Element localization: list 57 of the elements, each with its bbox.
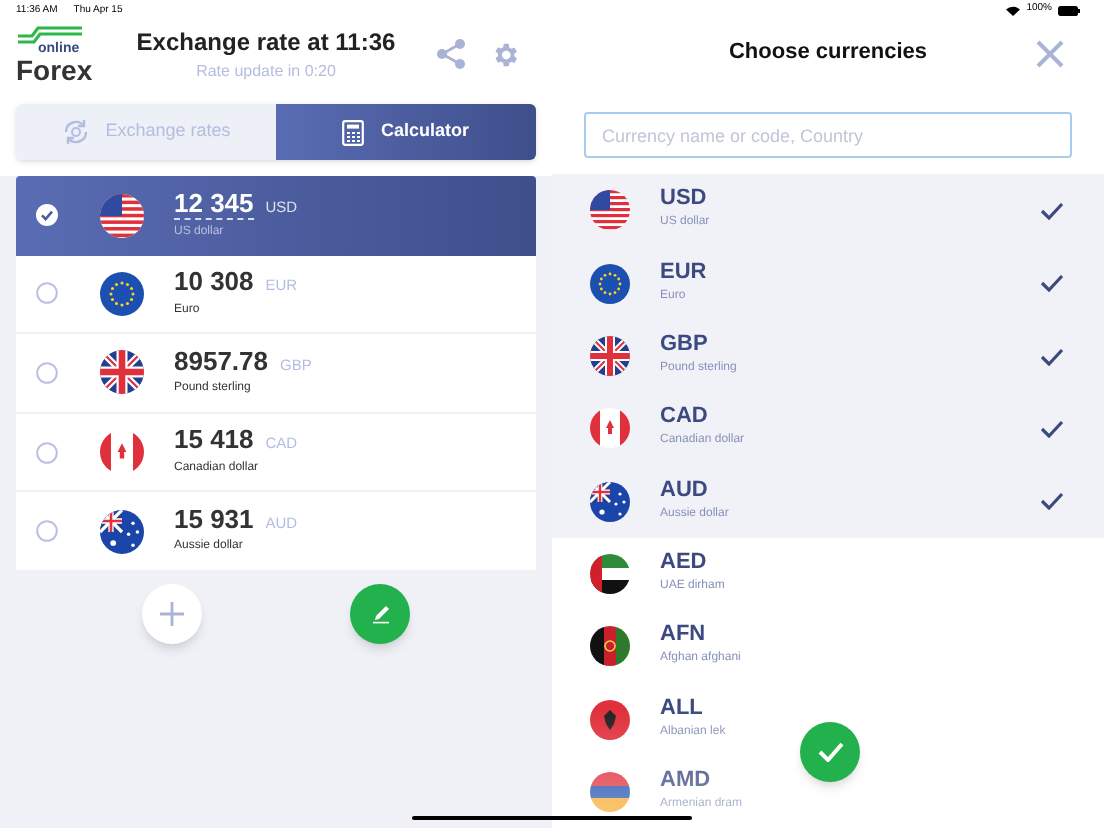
rate-update-text: Rate update in 0:20: [196, 60, 336, 84]
amount-value: 15 931: [174, 506, 254, 535]
flag-icon: [590, 408, 630, 449]
flag-icon: [590, 626, 630, 667]
currency-code: AFN: [660, 624, 708, 647]
currency-code: ALL: [660, 697, 705, 720]
add-button[interactable]: [142, 583, 202, 644]
share-icon[interactable]: [436, 38, 466, 70]
flag-icon: [590, 336, 630, 377]
radio-icon[interactable]: [36, 520, 58, 543]
logo-text: Forex: [16, 56, 95, 84]
flag-icon: [100, 430, 144, 475]
flag-icon: [590, 481, 630, 522]
currency-exchange-icon: [61, 118, 90, 146]
currency-code: USD: [660, 188, 709, 211]
edit-button[interactable]: [350, 583, 410, 644]
flag-icon: [590, 553, 630, 594]
flag-icon: [100, 509, 144, 554]
checkmark-icon: [1040, 419, 1064, 438]
settings-icon[interactable]: [490, 39, 520, 69]
flag-icon: [100, 350, 144, 395]
close-icon[interactable]: [1036, 40, 1064, 69]
checkmark-icon: [1040, 347, 1064, 366]
currency-code: CAD: [660, 406, 710, 429]
currency-code: GBP: [660, 334, 710, 357]
amount-value[interactable]: 12 345: [174, 189, 254, 220]
plus-icon: [160, 601, 184, 626]
radio-icon[interactable]: [36, 441, 58, 464]
picker-title: Choose currencies: [728, 38, 928, 69]
flag-icon: [100, 271, 144, 316]
search-field[interactable]: Currency name or code, Country: [584, 112, 1072, 159]
currency-code: EUR: [660, 261, 709, 284]
pencil-icon: [369, 602, 391, 625]
calculator-icon: [342, 119, 365, 145]
radio-icon[interactable]: [36, 282, 58, 305]
battery-icon: [1058, 5, 1080, 16]
tab[interactable]: Calculator: [276, 104, 536, 160]
flag-icon: [100, 193, 144, 238]
wifi-icon: [1006, 5, 1021, 16]
flag-icon: [590, 190, 630, 231]
flag-icon: [590, 771, 630, 812]
radio-checked-icon[interactable]: [36, 204, 58, 227]
currency-code: AUD: [660, 479, 710, 502]
currency-code: AED: [660, 551, 709, 574]
checkmark-icon: [1040, 274, 1064, 293]
radio-icon[interactable]: [36, 361, 58, 384]
currency-code: AMD: [660, 769, 713, 792]
checkmark-icon: [817, 742, 843, 762]
checkmark-icon: [1040, 201, 1064, 220]
amount-value: 8957.78: [174, 347, 268, 376]
amount-value: 10 308: [174, 268, 254, 297]
header-title: Exchange rate at 11:36: [136, 26, 396, 60]
flag-icon: [590, 699, 630, 740]
amount-value: 15 418: [174, 426, 254, 455]
logo-icon: [16, 24, 84, 44]
checkmark-icon: [1040, 492, 1064, 511]
flag-icon: [590, 263, 630, 304]
